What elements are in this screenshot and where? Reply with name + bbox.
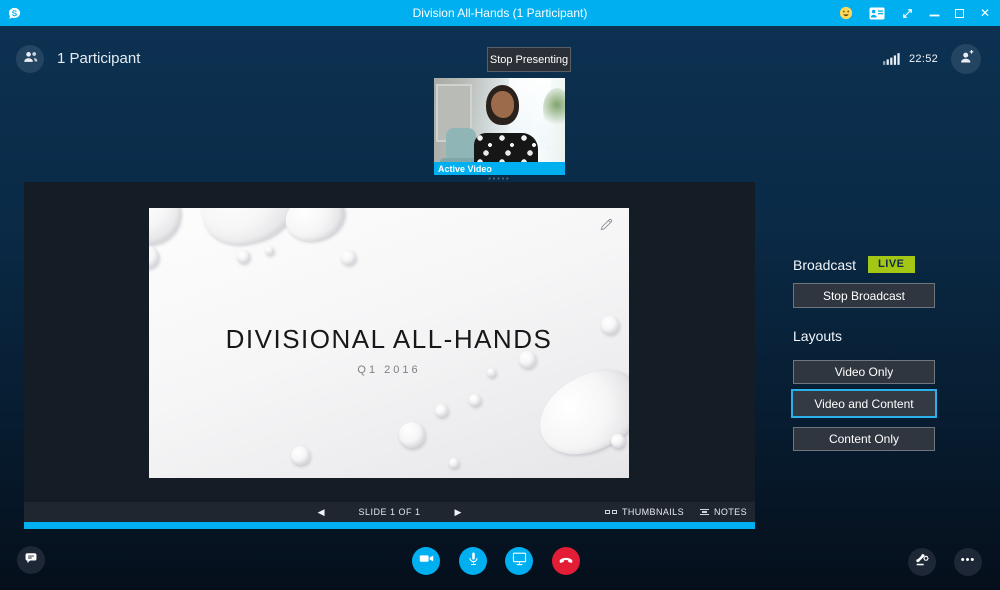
slide-navigation-bar: ◀ SLIDE 1 OF 1 ▶ THUMBNAILS NOTES [24, 502, 755, 522]
hang-up-phone-icon [557, 550, 575, 573]
ellipsis-icon: ••• [961, 554, 976, 566]
droplet-decoration [265, 246, 274, 255]
chat-bubble-icon [23, 550, 39, 571]
participant-video-frame [434, 78, 565, 175]
participants-button[interactable] [16, 45, 44, 73]
network-signal-icon [883, 52, 901, 71]
people-icon [22, 48, 39, 70]
microphone-icon [465, 550, 482, 572]
layouts-section-label: Layouts [793, 328, 842, 344]
minimize-button[interactable] [930, 11, 939, 16]
meeting-stage-area: 1 Participant Stop Presenting 22:52 Acti… [0, 26, 1000, 590]
droplet-decoration [611, 434, 625, 448]
notes-icon [700, 509, 709, 516]
live-status-badge: LIVE [868, 256, 914, 273]
video-camera-icon [418, 550, 435, 572]
next-slide-button[interactable]: ▶ [455, 507, 462, 518]
droplet-decoration [469, 394, 481, 406]
droplet-decoration [449, 458, 459, 468]
active-video-label: Active Video [434, 162, 565, 175]
droplet-decoration [399, 422, 425, 448]
title-bar: Division All-Hands (1 Participant) ✕ [0, 0, 1000, 26]
droplet-decoration [291, 446, 310, 465]
droplet-decoration [341, 250, 356, 265]
notes-toggle[interactable]: NOTES [700, 507, 747, 517]
presentation-slide[interactable]: DIVISIONAL ALL-HANDS Q1 2016 [149, 208, 629, 478]
video-camera-button[interactable] [412, 547, 440, 575]
stop-broadcast-button[interactable]: Stop Broadcast [793, 283, 935, 308]
content-stage: DIVISIONAL ALL-HANDS Q1 2016 ◀ SLIDE 1 O… [24, 182, 755, 529]
layout-video-only-button[interactable]: Video Only [793, 360, 935, 384]
thumbnails-label: THUMBNAILS [622, 507, 684, 517]
close-button[interactable]: ✕ [980, 7, 990, 19]
more-options-button[interactable]: ••• [954, 548, 982, 576]
chat-button[interactable] [17, 546, 45, 574]
emoticon-icon[interactable] [839, 6, 853, 20]
add-person-icon [958, 48, 975, 70]
monitor-icon [511, 550, 528, 572]
participant-count: 1 Participant [57, 50, 140, 67]
droplet-decoration [435, 404, 448, 417]
skype-logo-icon [7, 6, 22, 21]
stop-presenting-button[interactable]: Stop Presenting [487, 47, 571, 72]
slide-subtitle: Q1 2016 [149, 364, 629, 376]
meeting-window: Division All-Hands (1 Participant) ✕ 1 P… [0, 0, 1000, 590]
notes-label: NOTES [714, 507, 747, 517]
annotate-pencil-icon[interactable] [598, 216, 615, 238]
slide-title: DIVISIONAL ALL-HANDS [149, 324, 629, 355]
photo-person-face [491, 91, 514, 118]
slide-counter: SLIDE 1 OF 1 [358, 507, 420, 517]
call-timer: 22:52 [909, 53, 938, 65]
device-settings-icon [914, 551, 931, 573]
layout-content-only-button[interactable]: Content Only [793, 427, 935, 451]
presentation-progress-bar [24, 522, 755, 529]
slide-view-options: THUMBNAILS NOTES [605, 502, 747, 522]
fullscreen-icon[interactable] [901, 7, 914, 20]
microphone-button[interactable] [459, 547, 487, 575]
previous-slide-button[interactable]: ◀ [318, 507, 325, 518]
thumbnails-icon [605, 510, 617, 514]
droplet-decoration [149, 208, 181, 244]
broadcast-label: Broadcast [793, 257, 856, 273]
droplet-decoration [279, 208, 350, 248]
call-controls-button[interactable] [908, 548, 936, 576]
photo-plant [543, 88, 565, 130]
contact-card-icon[interactable] [869, 7, 885, 20]
thumbnails-toggle[interactable]: THUMBNAILS [605, 507, 684, 517]
share-screen-button[interactable] [505, 547, 533, 575]
droplet-decoration [237, 250, 250, 263]
hang-up-button[interactable] [552, 547, 580, 575]
droplet-decoration [149, 246, 159, 268]
active-video-thumbnail[interactable]: Active Video [434, 78, 565, 175]
layout-video-and-content-button[interactable]: Video and Content [791, 389, 937, 418]
add-participant-button[interactable] [951, 44, 981, 74]
broadcast-section-header: Broadcast LIVE [793, 256, 915, 273]
titlebar-controls: ✕ [839, 0, 990, 26]
maximize-button[interactable] [955, 9, 964, 18]
